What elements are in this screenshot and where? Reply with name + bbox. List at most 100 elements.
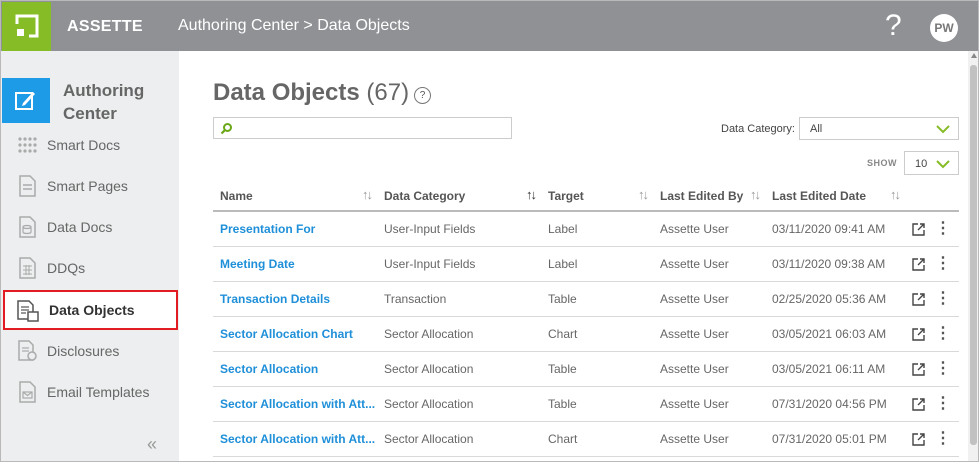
- column-header-label: Last Edited Date: [772, 188, 867, 203]
- page-title-text: Data Objects: [213, 79, 360, 106]
- row-date: 03/11/2020 09:41 AM: [765, 211, 905, 247]
- row-date: 07/31/2020 05:01 PM: [765, 421, 905, 457]
- more-options-icon[interactable]: ⋮: [935, 395, 951, 413]
- sidebar-item-email-templates[interactable]: Email Templates: [1, 372, 179, 412]
- grid-dots-icon: [16, 134, 38, 156]
- sort-active-icon[interactable]: ↑↓: [526, 187, 537, 202]
- row-name-link[interactable]: Sector Allocation with Att...: [213, 386, 377, 422]
- row-target: Label: [541, 211, 653, 247]
- open-external-icon[interactable]: [912, 223, 925, 236]
- scroll-thumb[interactable]: [970, 65, 977, 445]
- open-external-icon[interactable]: [912, 362, 925, 376]
- column-header-last-edited-by[interactable]: Last Edited By ↑↓: [653, 181, 765, 212]
- row-actions: ⋮: [905, 281, 959, 317]
- row-name-link[interactable]: Sector Allocation Chart: [213, 316, 377, 352]
- row-actions: ⋮: [905, 316, 959, 352]
- row-category: User-Input Fields: [377, 246, 541, 282]
- more-options-icon[interactable]: ⋮: [935, 220, 951, 238]
- row-editor: Assette User: [653, 421, 765, 457]
- email-template-icon: [16, 381, 38, 403]
- row-name-link[interactable]: Sector Allocation with Att...: [213, 421, 377, 457]
- sort-icon[interactable]: ↑↓: [890, 187, 901, 202]
- sidebar-item-label: DDQs: [47, 260, 86, 276]
- breadcrumb-section[interactable]: Authoring Center: [178, 17, 299, 34]
- table-row: Sector Allocation with Att... Sector All…: [213, 386, 959, 422]
- more-options-icon[interactable]: ⋮: [935, 360, 951, 378]
- more-options-icon[interactable]: ⋮: [935, 290, 951, 308]
- row-date: 03/05/2021 06:11 AM: [765, 351, 905, 387]
- sidebar-title: Authoring Center: [63, 81, 145, 123]
- column-header-last-edited-date[interactable]: Last Edited Date ↑↓: [765, 181, 905, 212]
- sidebar-item-label: Disclosures: [47, 343, 120, 359]
- more-options-icon[interactable]: ⋮: [935, 430, 951, 448]
- open-external-icon[interactable]: [912, 327, 925, 341]
- help-icon[interactable]: ?: [885, 11, 902, 41]
- row-category: Transaction: [377, 281, 541, 317]
- sidebar-item-data-objects[interactable]: Data Objects: [3, 290, 178, 330]
- vertical-scrollbar[interactable]: [968, 51, 978, 461]
- search-input[interactable]: [213, 117, 512, 139]
- column-header-target[interactable]: Target ↑↓: [541, 181, 653, 212]
- sort-icon[interactable]: ↑↓: [750, 187, 761, 202]
- table-row: Transaction Details Transaction Table As…: [213, 281, 959, 317]
- scroll-up-icon[interactable]: [971, 53, 977, 58]
- main-content: Data Objects (67) ? Data Category: All S…: [179, 51, 968, 461]
- row-name-link[interactable]: Presentation For: [213, 211, 377, 247]
- row-name-link[interactable]: Meeting Date: [213, 246, 377, 282]
- row-editor: Assette User: [653, 281, 765, 317]
- page-title: Data Objects (67): [213, 79, 409, 107]
- user-avatar[interactable]: PW: [930, 14, 958, 42]
- row-editor: Assette User: [653, 246, 765, 282]
- column-header-name[interactable]: Name ↑↓: [213, 181, 377, 212]
- data-category-label: Data Category:: [721, 123, 795, 135]
- data-doc-icon: [16, 216, 38, 238]
- row-editor: Assette User: [653, 211, 765, 247]
- page-help-icon[interactable]: ?: [414, 87, 431, 104]
- row-target: Chart: [541, 421, 653, 457]
- row-target: Table: [541, 281, 653, 317]
- row-category: Sector Allocation: [377, 351, 541, 387]
- sidebar-item-disclosures[interactable]: Disclosures: [1, 331, 179, 371]
- open-external-icon[interactable]: [912, 432, 925, 446]
- table-row: Meeting Date User-Input Fields Label Ass…: [213, 246, 959, 282]
- sort-icon[interactable]: ↑↓: [362, 187, 373, 202]
- chevron-down-icon: [936, 125, 950, 134]
- row-actions: ⋮: [905, 246, 959, 282]
- row-category: User-Input Fields: [377, 211, 541, 247]
- row-date: 03/11/2020 09:38 AM: [765, 246, 905, 282]
- data-category-select[interactable]: All: [799, 117, 959, 140]
- sidebar-item-ddqs[interactable]: DDQs: [1, 248, 179, 288]
- authoring-center-icon: [2, 78, 50, 123]
- row-editor: Assette User: [653, 386, 765, 422]
- sidebar-item-label: Data Objects: [49, 302, 135, 318]
- collapse-sidebar-icon[interactable]: «: [147, 434, 157, 455]
- sidebar-item-smart-docs[interactable]: Smart Docs: [1, 125, 179, 165]
- sidebar-item-smart-pages[interactable]: Smart Pages: [1, 166, 179, 206]
- open-external-icon[interactable]: [912, 397, 925, 411]
- row-target: Chart: [541, 316, 653, 352]
- ddq-icon: [16, 257, 38, 279]
- page-size-select[interactable]: 10: [904, 151, 959, 175]
- table-row: Sector Allocation with Att... Sector All…: [213, 421, 959, 457]
- row-date: 07/31/2020 04:56 PM: [765, 386, 905, 422]
- row-category: Sector Allocation: [377, 316, 541, 352]
- breadcrumb-page: Data Objects: [317, 17, 410, 34]
- sidebar-item-data-docs[interactable]: Data Docs: [1, 207, 179, 247]
- open-external-icon[interactable]: [912, 292, 925, 306]
- breadcrumb: Authoring Center > Data Objects: [178, 17, 410, 35]
- chevron-down-icon: [936, 160, 950, 169]
- data-objects-icon: [16, 299, 39, 322]
- more-options-icon[interactable]: ⋮: [935, 255, 951, 273]
- row-actions: ⋮: [905, 351, 959, 387]
- sort-icon[interactable]: ↑↓: [638, 187, 649, 202]
- row-name-link[interactable]: Sector Allocation: [213, 351, 377, 387]
- row-target: Table: [541, 351, 653, 387]
- app-window: ASSETTE Authoring Center > Data Objects …: [0, 0, 979, 462]
- row-name-link[interactable]: Transaction Details: [213, 281, 377, 317]
- more-options-icon[interactable]: ⋮: [935, 325, 951, 343]
- logo-icon[interactable]: [2, 2, 51, 51]
- column-header-data-category[interactable]: Data Category ↑↓: [377, 181, 541, 212]
- open-external-icon[interactable]: [912, 257, 925, 271]
- row-actions: ⋮: [905, 211, 959, 247]
- row-editor: Assette User: [653, 316, 765, 352]
